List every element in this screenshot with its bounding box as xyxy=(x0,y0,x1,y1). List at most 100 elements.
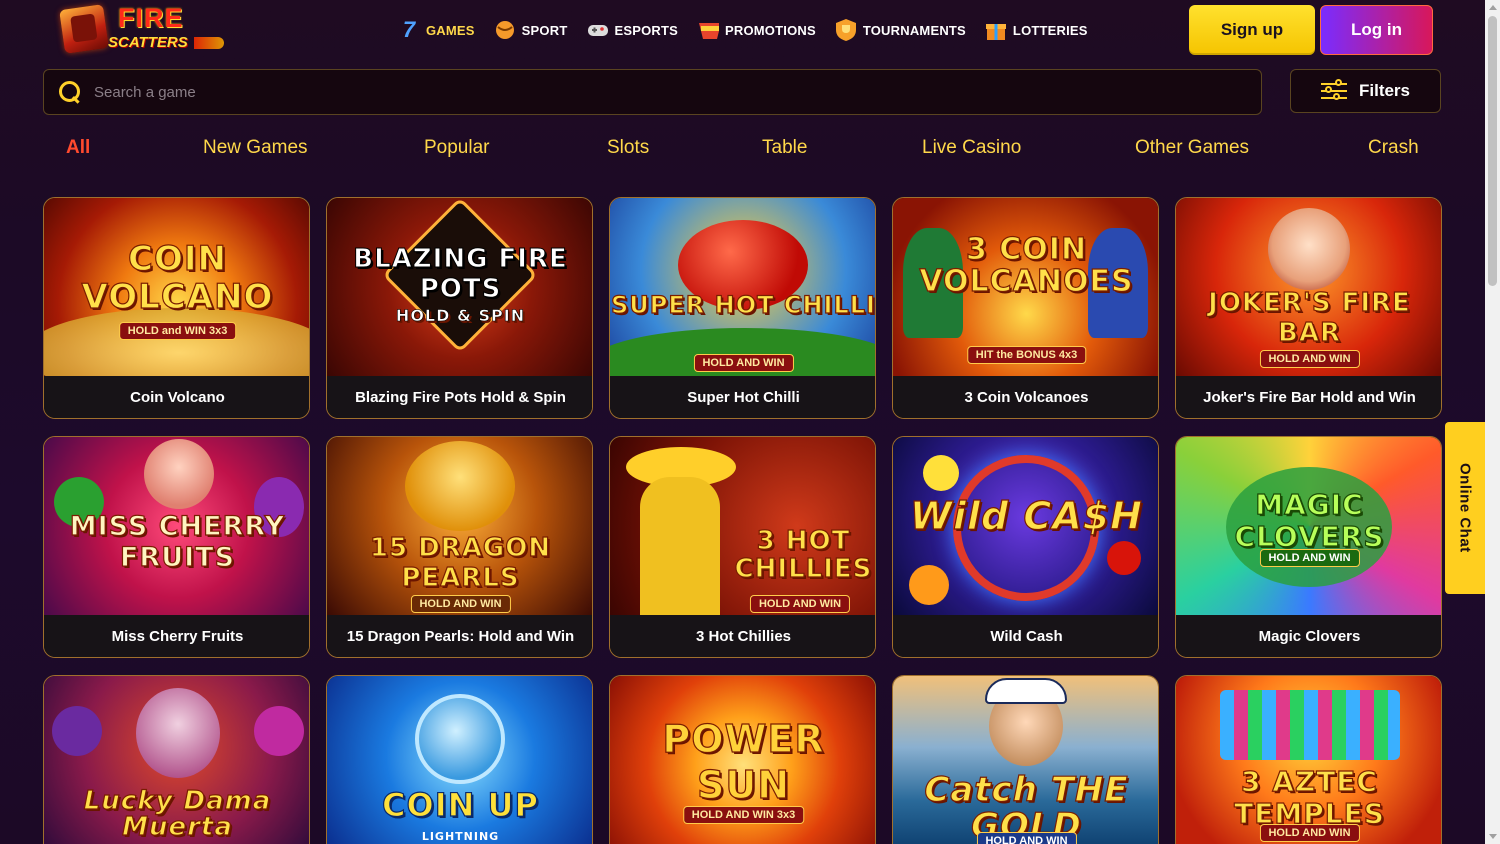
art-subtitle: HOLD AND WIN 3x3 xyxy=(682,806,805,824)
nav-label: ESPORTS xyxy=(614,22,678,38)
nav-esports[interactable]: ESPORTS xyxy=(586,18,678,42)
nav-games[interactable]: 7 GAMES xyxy=(398,17,475,42)
nav-lotteries[interactable]: LOTTERIES xyxy=(985,18,1088,42)
art-title: 15 DRAGON PEARLS xyxy=(369,532,552,593)
scroll-down-icon[interactable] xyxy=(1489,834,1497,839)
art-title: POWER SUN xyxy=(662,716,825,807)
login-button[interactable]: Log in xyxy=(1320,5,1433,55)
game-thumbnail: 3 COIN VOLCANOES HIT the BONUS 4x3 xyxy=(893,198,1158,376)
game-title: Magic Clovers xyxy=(1176,615,1441,657)
game-card[interactable]: POWER SUN HOLD AND WIN 3x3 xyxy=(609,675,876,844)
art-subtitle: HOLD & SPIN xyxy=(395,306,526,326)
game-card[interactable]: 3 COIN VOLCANOES HIT the BONUS 4x3 3 Coi… xyxy=(892,197,1159,419)
game-card[interactable]: COIN UP LIGHTNING xyxy=(326,675,593,844)
game-title: Blazing Fire Pots Hold & Spin xyxy=(327,376,592,418)
art-title: BLAZING FIRE POTS xyxy=(353,244,568,305)
art-subtitle: HIT the BONUS 4x3 xyxy=(966,346,1087,364)
game-thumbnail: COIN UP LIGHTNING xyxy=(327,676,592,844)
online-chat-button[interactable]: Online Chat xyxy=(1445,422,1485,594)
art-title: JOKER'S FIRE BAR xyxy=(1208,287,1411,348)
art-subtitle: LIGHTNING xyxy=(421,830,500,843)
tab-crash[interactable]: Crash xyxy=(1368,137,1419,159)
game-thumbnail: MAGIC CLOVERS HOLD AND WIN xyxy=(1176,437,1441,615)
game-card[interactable]: 15 DRAGON PEARLS HOLD AND WIN 15 Dragon … xyxy=(326,436,593,658)
tab-all[interactable]: All xyxy=(66,137,90,159)
online-chat-label: Online Chat xyxy=(1456,463,1474,553)
game-card[interactable]: BLAZING FIRE POTS HOLD & SPIN Blazing Fi… xyxy=(326,197,593,419)
nav-tournaments[interactable]: TOURNAMENTS xyxy=(835,18,966,42)
art-title: COIN UP xyxy=(381,785,539,824)
tab-table[interactable]: Table xyxy=(762,137,807,159)
art-subtitle: HOLD AND WIN xyxy=(976,832,1077,844)
sliders-icon xyxy=(1320,79,1347,103)
art-subtitle: HOLD and WIN 3x3 xyxy=(118,322,237,340)
nav-label: GAMES xyxy=(426,22,475,38)
game-thumbnail: 3 AZTEC TEMPLES HOLD AND WIN xyxy=(1176,676,1441,844)
art-title: 3 HOT CHILLIES xyxy=(734,526,873,584)
game-thumbnail: COIN VOLCANO HOLD and WIN 3x3 xyxy=(44,198,309,376)
game-card[interactable]: Catch THE GOLD HOLD AND WIN xyxy=(892,675,1159,844)
art-title: 3 AZTEC TEMPLES xyxy=(1234,765,1385,830)
tab-slots[interactable]: Slots xyxy=(607,137,649,159)
art-title: COIN VOLCANO xyxy=(81,239,274,317)
game-card[interactable]: SUPER HOT CHILLI HOLD AND WIN Super Hot … xyxy=(609,197,876,419)
art-subtitle: HOLD AND WIN xyxy=(1259,350,1360,368)
game-title: Joker's Fire Bar Hold and Win xyxy=(1176,376,1441,418)
game-thumbnail: MISS CHERRY FRUITS xyxy=(44,437,309,615)
game-title: 3 Coin Volcanoes xyxy=(893,376,1158,418)
game-thumbnail: JOKER'S FIRE BAR HOLD AND WIN xyxy=(1176,198,1441,376)
scrollbar-thumb[interactable] xyxy=(1488,16,1497,286)
tab-live-casino[interactable]: Live Casino xyxy=(922,137,1021,159)
game-title: 15 Dragon Pearls: Hold and Win xyxy=(327,615,592,657)
brand-line2: SCATTERS xyxy=(108,34,188,51)
trophy-shield-icon xyxy=(835,18,857,42)
game-card[interactable]: 3 AZTEC TEMPLES HOLD AND WIN xyxy=(1175,675,1442,844)
game-title: 3 Hot Chillies xyxy=(610,615,875,657)
game-thumbnail: SUPER HOT CHILLI HOLD AND WIN xyxy=(610,198,876,376)
game-thumbnail: POWER SUN HOLD AND WIN 3x3 xyxy=(610,676,875,844)
game-card[interactable]: Wild CA$H Wild Cash xyxy=(892,436,1159,658)
art-subtitle: HOLD AND WIN xyxy=(1259,824,1360,842)
tab-new-games[interactable]: New Games xyxy=(203,137,308,159)
main-nav: 7 GAMES SPORT ESPORTS PROMOTIONS TOURNAM… xyxy=(398,14,1107,46)
art-title: SUPER HOT CHILLI xyxy=(610,290,876,319)
game-card[interactable]: Lucky Dama Muerta xyxy=(43,675,310,844)
top-header: FIRE SCATTERS 7 GAMES SPORT ESPORTS PROM… xyxy=(0,0,1500,60)
game-title: Wild Cash xyxy=(893,615,1158,657)
flame-icon xyxy=(194,37,224,49)
page-scrollbar[interactable] xyxy=(1485,0,1500,844)
art-title: Wild CA$H xyxy=(909,494,1143,538)
nav-label: TOURNAMENTS xyxy=(862,22,966,38)
slot-seven-icon: 7 xyxy=(402,17,416,42)
tab-popular[interactable]: Popular xyxy=(424,137,490,159)
game-card[interactable]: MISS CHERRY FRUITS Miss Cherry Fruits xyxy=(43,436,310,658)
brand-logo[interactable]: FIRE SCATTERS xyxy=(59,3,227,55)
nav-label: LOTTERIES xyxy=(1012,22,1088,38)
game-card[interactable]: 3 HOT CHILLIES HOLD AND WIN 3 Hot Chilli… xyxy=(609,436,876,658)
filters-button[interactable]: Filters xyxy=(1290,69,1441,113)
nav-sport[interactable]: SPORT xyxy=(494,18,568,42)
game-thumbnail: Lucky Dama Muerta xyxy=(44,676,309,844)
art-title: Lucky Dama Muerta xyxy=(83,786,272,842)
game-card[interactable]: COIN VOLCANO HOLD and WIN 3x3 Coin Volca… xyxy=(43,197,310,419)
game-card[interactable]: JOKER'S FIRE BAR HOLD AND WIN Joker's Fi… xyxy=(1175,197,1442,419)
nav-promotions[interactable]: PROMOTIONS xyxy=(697,18,816,42)
game-title: Super Hot Chilli xyxy=(610,376,875,418)
gift-box-icon xyxy=(985,18,1007,42)
art-title: MISS CHERRY FRUITS xyxy=(69,510,286,573)
game-title: Miss Cherry Fruits xyxy=(44,615,309,657)
scroll-up-icon[interactable] xyxy=(1489,5,1497,10)
art-subtitle: HOLD AND WIN xyxy=(749,595,851,613)
art-subtitle: HOLD AND WIN xyxy=(410,595,511,613)
art-subtitle: HOLD AND WIN xyxy=(693,354,794,372)
search-icon xyxy=(58,80,82,104)
search-input[interactable] xyxy=(94,83,1261,101)
game-thumbnail: BLAZING FIRE POTS HOLD & SPIN xyxy=(327,198,592,376)
game-card[interactable]: MAGIC CLOVERS HOLD AND WIN Magic Clovers xyxy=(1175,436,1442,658)
game-thumbnail: Wild CA$H xyxy=(893,437,1158,615)
brand-line1: FIRE xyxy=(118,3,184,33)
tab-other-games[interactable]: Other Games xyxy=(1135,137,1249,159)
category-tabs: All New Games Popular Slots Table Live C… xyxy=(43,137,1443,167)
signup-button[interactable]: Sign up xyxy=(1189,5,1315,55)
sport-ball-icon xyxy=(494,18,516,42)
